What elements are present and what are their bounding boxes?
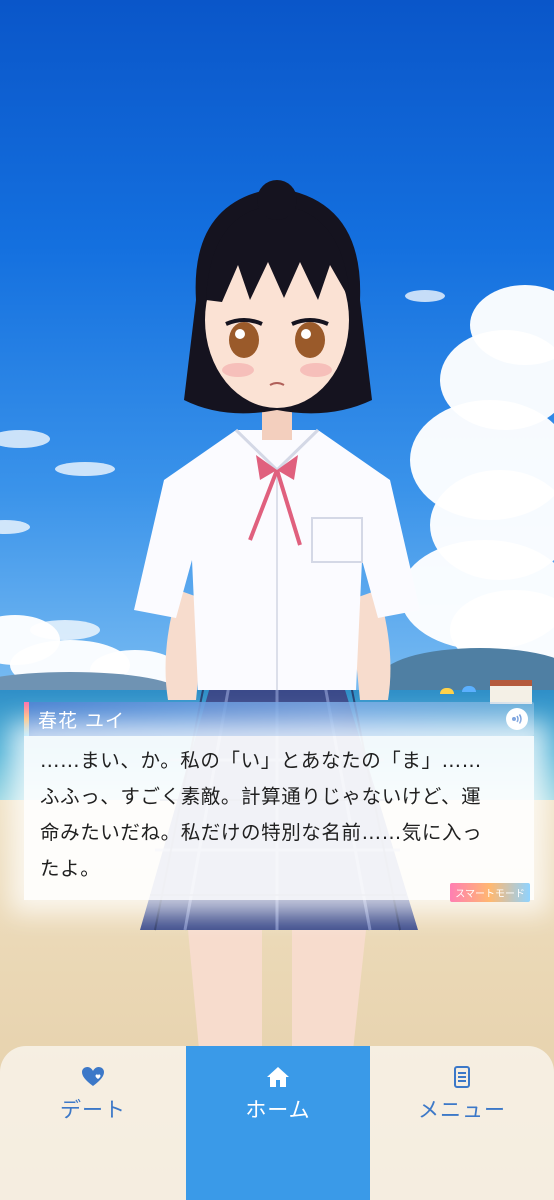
dialogue-line: ふふっ、すごく素敵。計算通りじゃないけど、運 (40, 785, 482, 808)
dialogue-line: 命みたいだね。私だけの特別な名前……気に入っ (40, 821, 483, 844)
dialogue-line: たよ。 (40, 857, 101, 880)
character-yui (0, 0, 554, 1200)
dialogue-line: ……まい、か。私の「い」とあなたの「ま」…… (40, 749, 482, 772)
home-icon (265, 1064, 291, 1090)
menu-list-icon (452, 1064, 472, 1090)
voice-play-button[interactable] (506, 708, 528, 730)
nav-date-label: デート (60, 1098, 126, 1122)
smart-mode-badge[interactable]: スマートモード (450, 883, 530, 902)
speaker-name-bar: 春花 ユイ (24, 702, 534, 736)
bottom-navigation: デート ホーム メニュー (0, 1046, 554, 1200)
speaker-sound-icon (512, 714, 522, 724)
nav-home-button[interactable]: ホーム (186, 1046, 370, 1200)
heart-icon (81, 1064, 105, 1090)
nav-menu-label: メニュー (418, 1098, 506, 1122)
speaker-name: 春花 ユイ (38, 710, 126, 732)
nav-date-button[interactable]: デート (0, 1046, 186, 1200)
nav-home-label: ホーム (245, 1098, 311, 1122)
dialogue-text-panel: ……まい、か。私の「い」とあなたの「ま」…… ふふっ、すごく素敵。計算通りじゃな… (24, 736, 534, 902)
name-bar-accent (24, 702, 29, 736)
nav-menu-button[interactable]: メニュー (370, 1046, 554, 1200)
dialogue-box[interactable]: 春花 ユイ ……まい、か。私の「い」とあなたの「ま」…… ふふっ、すごく素敵。計… (18, 700, 536, 902)
